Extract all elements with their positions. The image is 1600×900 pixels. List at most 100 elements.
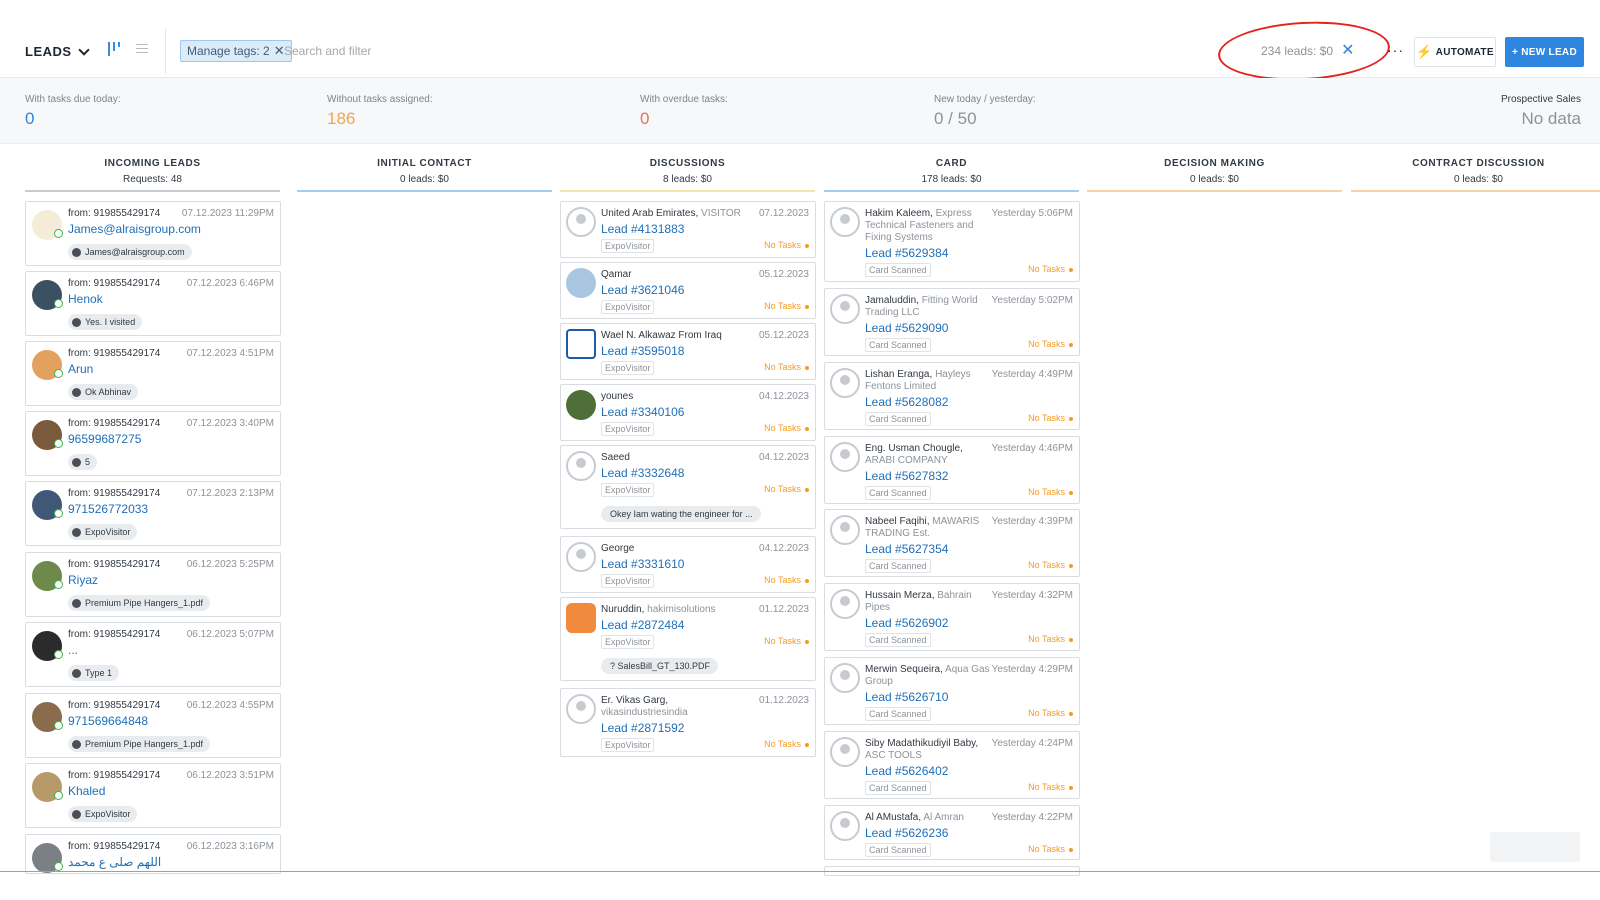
lead-name-link[interactable]: اللهم صلى ع محمد (68, 855, 161, 869)
lead-tag[interactable]: Card Scanned (865, 412, 931, 426)
no-tasks-status[interactable]: No Tasks (764, 636, 809, 646)
column-initial-contact[interactable]: INITIAL CONTACT 0 leads: $0 (297, 158, 552, 192)
leads-menu-button[interactable]: LEADS (25, 43, 90, 59)
lead-tag[interactable]: ExpoVisitor (601, 635, 655, 649)
lead-card[interactable]: Siby Madathikudiyil Baby, ASC TOOLS Yeste… (824, 731, 1080, 799)
lead-name-link[interactable]: Arun (68, 362, 93, 376)
lead-card[interactable]: from: 919855429174 07.12.2023 6:46PM Henok… (25, 271, 281, 336)
lead-number-link[interactable]: Lead #5626710 (865, 690, 948, 704)
lead-number-link[interactable]: Lead #5628082 (865, 395, 948, 409)
lead-card[interactable]: from: 919855429174 07.12.2023 4:51PM Arun O… (25, 341, 281, 406)
lead-card[interactable]: from: 919855429174 06.12.2023 3:16PM اللهم… (25, 834, 281, 874)
stat-new-today-yesterday[interactable]: New today / yesterday: 0 / 50 (934, 94, 1036, 129)
no-tasks-status[interactable]: No Tasks (1028, 782, 1073, 792)
no-tasks-status[interactable]: No Tasks (764, 575, 809, 585)
lead-number-link[interactable]: Lead #3331610 (601, 557, 684, 571)
no-tasks-status[interactable]: No Tasks (1028, 264, 1073, 274)
last-message-pill[interactable]: ExpoVisitor (68, 806, 138, 822)
lead-card[interactable]: Qamar 05.12.2023 Lead #3621046 ExpoVisitor N… (560, 262, 816, 319)
no-tasks-status[interactable]: No Tasks (764, 484, 809, 494)
lead-card[interactable]: from: 919855429174 06.12.2023 5:25PM Riyaz… (25, 552, 281, 617)
lead-card[interactable]: Jamaluddin, Fitting World Trading LLC Yes… (824, 288, 1080, 356)
lead-card[interactable]: from: 919855429174 06.12.2023 3:51PM Khale… (25, 763, 281, 828)
lead-card[interactable]: Wael N. Alkawaz From Iraq 05.12.2023 Lead … (560, 323, 816, 380)
lead-tag[interactable]: Card Scanned (865, 559, 931, 573)
lead-number-link[interactable]: Lead #5629090 (865, 321, 948, 335)
lead-tag[interactable]: ExpoVisitor (601, 361, 655, 375)
lead-card[interactable]: from: 919855429174 07.12.2023 3:40PM 96599… (25, 411, 281, 476)
lead-card[interactable]: Al AMustafa, Al Amran Yesterday 4:22PM Lea… (824, 805, 1080, 860)
lead-tag[interactable]: Card Scanned (865, 707, 931, 721)
no-tasks-status[interactable]: No Tasks (1028, 634, 1073, 644)
stat-without-tasks[interactable]: Without tasks assigned: 186 (327, 94, 433, 129)
lead-tag[interactable]: Card Scanned (865, 633, 931, 647)
lead-number-link[interactable]: Lead #5626236 (865, 826, 948, 840)
lead-name-link[interactable]: 971569664848 (68, 714, 148, 728)
lead-name-link[interactable]: ... (68, 643, 78, 657)
lead-name-link[interactable]: Henok (68, 292, 103, 306)
lead-card[interactable]: Saeed 04.12.2023 Lead #3332648 ExpoVisitor N… (560, 445, 816, 529)
lead-number-link[interactable]: Lead #5629384 (865, 246, 948, 260)
lead-number-link[interactable]: Lead #5627832 (865, 469, 948, 483)
stat-overdue-tasks[interactable]: With overdue tasks: 0 (640, 94, 728, 129)
lead-number-link[interactable]: Lead #3332648 (601, 466, 684, 480)
lead-card[interactable]: Er. Vikas Garg, vikasindustriesindia 01.1… (560, 688, 816, 757)
last-message-pill[interactable]: Premium Pipe Hangers_1.pdf (68, 736, 211, 752)
lead-name-link[interactable]: 971526772033 (68, 502, 148, 516)
lead-name-link[interactable]: James@alraisgroup.com (68, 222, 201, 236)
stat-tasks-due-today[interactable]: With tasks due today: 0 (25, 94, 121, 129)
lead-card[interactable]: from: 919855429174 06.12.2023 4:55PM 97156… (25, 693, 281, 758)
column-card[interactable]: CARD 178 leads: $0 (824, 158, 1079, 192)
no-tasks-status[interactable]: No Tasks (1028, 708, 1073, 718)
last-message-pill[interactable]: ExpoVisitor (68, 524, 138, 540)
lead-card[interactable]: Hussain Merza, Bahrain Pipes Yesterday 4:… (824, 583, 1080, 651)
search-input[interactable] (284, 41, 684, 61)
lead-number-link[interactable]: Lead #4131883 (601, 222, 684, 236)
lead-tag[interactable]: Card Scanned (865, 338, 931, 352)
last-message-pill[interactable]: Ok Abhinav (68, 384, 139, 400)
no-tasks-status[interactable]: No Tasks (1028, 487, 1073, 497)
no-tasks-status[interactable]: No Tasks (764, 301, 809, 311)
lead-tag[interactable]: Card Scanned (865, 263, 931, 277)
lead-name-link[interactable]: Riyaz (68, 573, 98, 587)
column-contract-discussion[interactable]: CONTRACT DISCUSSION 0 leads: $0 (1351, 158, 1600, 192)
lead-card[interactable]: Eng. Usman Chougle, ARABI COMPANY Yesterd… (824, 436, 1080, 504)
lead-name-link[interactable]: Khaled (68, 784, 105, 798)
no-tasks-status[interactable]: No Tasks (764, 240, 809, 250)
lead-card[interactable]: Merwin Sequeira, Aqua Gas Group Yesterday… (824, 657, 1080, 725)
lead-card[interactable]: from: 919855429174 07.12.2023 2:13PM 97152… (25, 481, 281, 546)
column-discussions[interactable]: DISCUSSIONS 8 leads: $0 (560, 158, 815, 192)
lead-card[interactable]: George 04.12.2023 Lead #3331610 ExpoVisitor… (560, 536, 816, 593)
no-tasks-status[interactable]: No Tasks (1028, 560, 1073, 570)
last-message-pill[interactable]: Yes. I visited (68, 314, 143, 330)
horizontal-scrollbar[interactable] (0, 871, 1600, 872)
last-message-pill[interactable]: ? SalesBill_GT_130.PDF (601, 658, 719, 674)
lead-tag[interactable]: ExpoVisitor (601, 483, 655, 497)
lead-tag[interactable]: Card Scanned (865, 843, 931, 857)
no-tasks-status[interactable]: No Tasks (1028, 844, 1073, 854)
lead-tag[interactable]: ExpoVisitor (601, 738, 655, 752)
last-message-pill[interactable]: Premium Pipe Hangers_1.pdf (68, 595, 211, 611)
manage-tags-chip[interactable]: Manage tags: 2 ✕ (180, 40, 292, 62)
no-tasks-status[interactable]: No Tasks (764, 362, 809, 372)
last-message-pill[interactable]: Okey Iam wating the engineer for ... (601, 506, 761, 522)
lead-tag[interactable]: Card Scanned (865, 486, 931, 500)
pipeline-view-icon[interactable] (108, 42, 124, 56)
lead-number-link[interactable]: Lead #2872484 (601, 618, 684, 632)
no-tasks-status[interactable]: No Tasks (764, 423, 809, 433)
lead-tag[interactable]: ExpoVisitor (601, 239, 655, 253)
close-icon[interactable]: ✕ (274, 41, 285, 61)
lead-number-link[interactable]: Lead #3340106 (601, 405, 684, 419)
lead-tag[interactable]: ExpoVisitor (601, 422, 655, 436)
lead-card[interactable]: Nabeel Faqihi, MAWARIS TRADING Est. Yeste… (824, 509, 1080, 577)
no-tasks-status[interactable]: No Tasks (1028, 413, 1073, 423)
lead-number-link[interactable]: Lead #5626402 (865, 764, 948, 778)
lead-number-link[interactable]: Lead #3595018 (601, 344, 684, 358)
lead-card[interactable]: from: 919855429174 06.12.2023 5:07PM... Ty… (25, 622, 281, 687)
new-lead-button[interactable]: + NEW LEAD (1505, 37, 1584, 67)
list-view-icon[interactable] (136, 44, 148, 54)
lead-tag[interactable]: ExpoVisitor (601, 300, 655, 314)
no-tasks-status[interactable]: No Tasks (1028, 339, 1073, 349)
lead-card[interactable]: from: 919855429174 07.12.2023 11:29PM Jame… (25, 201, 281, 266)
lead-tag[interactable]: ExpoVisitor (601, 574, 655, 588)
